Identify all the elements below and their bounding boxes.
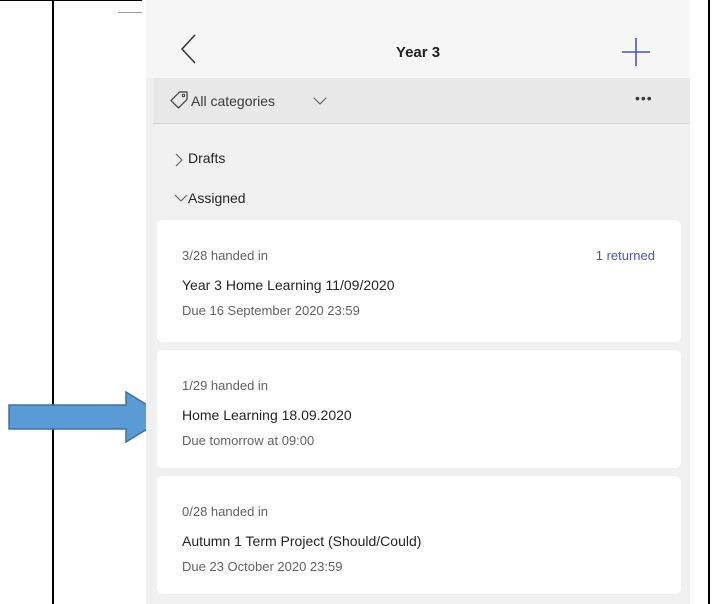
chevron-down-icon[interactable]	[313, 95, 327, 107]
teams-assignments-screen: Year 3 All categories ••• Drafts Assigne…	[146, 0, 690, 604]
document-border-top-inner	[52, 0, 142, 1]
handed-in-count: 1/29 handed in	[182, 378, 269, 393]
assignment-due: Due 16 September 2020 23:59	[182, 303, 360, 318]
plus-icon[interactable]	[620, 36, 652, 68]
document-border-right	[708, 0, 710, 604]
page-title: Year 3	[395, 44, 441, 61]
assignment-name: Year 3 Home Learning 11/09/2020	[182, 277, 395, 293]
assignment-due: Due tomorrow at 09:00	[182, 433, 315, 448]
document-border-top	[0, 0, 52, 1]
assignment-card[interactable]: 3/28 handed in 1 returned Year 3 Home Le…	[157, 220, 681, 342]
assignment-name: Home Learning 18.09.2020	[182, 407, 352, 423]
section-drafts-label: Drafts	[188, 150, 226, 166]
chevron-right-icon	[175, 153, 183, 167]
more-icon[interactable]: •••	[635, 90, 657, 110]
assignment-card[interactable]: 1/29 handed in Home Learning 18.09.2020 …	[157, 350, 681, 468]
category-filter-bar: All categories •••	[153, 78, 690, 124]
document-border-stub	[118, 12, 142, 13]
handed-in-count: 0/28 handed in	[182, 504, 269, 519]
header-bar: Year 3	[146, 0, 690, 78]
tag-icon	[170, 91, 188, 109]
assignment-due: Due 23 October 2020 23:59	[182, 559, 343, 574]
document-border-left	[52, 0, 54, 604]
category-filter-dropdown[interactable]: All categories	[191, 93, 275, 109]
assignment-name: Autumn 1 Term Project (Should/Could)	[182, 533, 422, 549]
returned-count[interactable]: 1 returned	[596, 248, 655, 263]
assignment-card[interactable]: 0/28 handed in Autumn 1 Term Project (Sh…	[157, 476, 681, 594]
section-assigned-label: Assigned	[188, 190, 246, 206]
handed-in-count: 3/28 handed in	[182, 248, 269, 263]
annotation-arrow-icon	[8, 391, 168, 443]
